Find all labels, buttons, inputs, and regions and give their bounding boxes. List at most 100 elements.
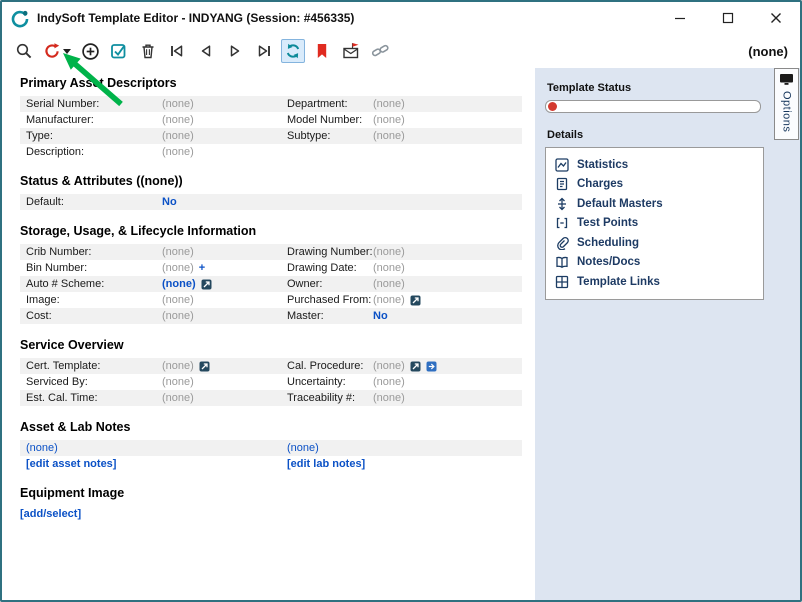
section-storage-lifecycle: Storage, Usage, & Lifecycle Information … [20,224,535,324]
details-item-label: Test Points [577,217,638,229]
field-label: Est. Cal. Time: [26,390,162,406]
field-row: Description: (none) [20,144,522,160]
last-record-button[interactable] [252,39,276,63]
details-item-statistics[interactable]: Statistics [555,155,754,175]
field-label: Cost: [26,308,162,324]
minimize-button[interactable] [656,2,704,34]
edit-lab-notes-link[interactable]: [edit lab notes] [287,456,365,472]
maximize-button[interactable] [704,2,752,34]
field-label: Master: [287,308,373,324]
next-record-button[interactable] [223,39,247,63]
details-item-charges[interactable]: Charges [555,175,754,195]
add-select-image-link[interactable]: [add/select] [20,508,81,520]
drawing-date-value: (none) [373,260,522,276]
image-value: (none) [162,292,287,308]
serviced-by-value: (none) [162,374,287,390]
auto-scheme-jump-icon[interactable] [201,279,212,290]
cert-template-jump-icon[interactable] [199,361,210,372]
asset-notes-value: (none) [26,440,58,456]
field-row: Crib Number: (none) Drawing Number: (non… [20,244,522,260]
description-value: (none) [162,144,522,160]
est-cal-time-value: (none) [162,390,287,406]
purchased-from-value: (none) [373,292,405,308]
cal-procedure-value: (none) [373,358,405,374]
field-row: Manufacturer: (none) Model Number: (none… [20,112,522,128]
field-label: Type: [26,128,162,144]
delete-button[interactable] [136,39,160,63]
bin-number-value: (none) [162,260,194,276]
refresh-button[interactable] [281,39,305,63]
revert-button[interactable] [41,39,73,63]
field-row: Bin Number: (none) + Drawing Date: (none… [20,260,522,276]
revert-dropdown-icon[interactable] [63,49,71,54]
purchased-from-jump-icon[interactable] [410,295,421,306]
field-row: Default: No [20,194,522,210]
subtype-value: (none) [373,128,522,144]
drawing-number-value: (none) [373,244,522,260]
field-label: Uncertainty: [287,374,373,390]
template-status-bar [545,100,761,113]
titlebar: IndySoft Template Editor - INDYANG (Sess… [2,2,800,34]
field-row: Auto # Scheme: (none) Owner: (none) [20,276,522,292]
search-button[interactable] [12,39,36,63]
master-toggle-link[interactable]: No [373,308,388,324]
section-title: Status & Attributes ((none)) [20,174,535,188]
details-item-test-points[interactable]: Test Points [555,214,754,234]
section-title: Primary Asset Descriptors [20,76,535,90]
serial-number-value: (none) [162,96,287,112]
add-button[interactable] [78,39,102,63]
field-label: Manufacturer: [26,112,162,128]
add-bin-button[interactable]: + [199,260,205,276]
model-number-value: (none) [373,112,522,128]
bookmark-button[interactable] [310,39,334,63]
template-links-icon [555,275,569,289]
field-label: Owner: [287,276,373,292]
cal-procedure-open-icon[interactable] [426,361,437,372]
field-label: Serial Number: [26,96,162,112]
details-item-scheduling[interactable]: Scheduling [555,233,754,253]
field-label: Serviced By: [26,374,162,390]
auto-scheme-link[interactable]: (none) [162,276,196,292]
options-tab-label: Options [781,91,793,132]
default-toggle-link[interactable]: No [162,194,177,210]
section-primary-asset-descriptors: Primary Asset Descriptors Serial Number:… [20,76,535,160]
details-item-notes-docs[interactable]: Notes/Docs [555,253,754,273]
field-row: Image: (none) Purchased From: (none) [20,292,522,308]
link-button[interactable] [368,39,392,63]
section-asset-lab-notes: Asset & Lab Notes (none) (none) [edit as… [20,420,535,472]
options-icon [779,73,794,86]
cal-procedure-jump-icon[interactable] [410,361,421,372]
field-label: Image: [26,292,162,308]
details-item-template-links[interactable]: Template Links [555,272,754,292]
window-title: IndySoft Template Editor - INDYANG (Sess… [37,11,354,25]
field-label: Purchased From: [287,292,373,308]
options-tab[interactable]: Options [774,68,799,140]
close-button[interactable] [752,2,800,34]
details-item-label: Statistics [577,159,628,171]
previous-record-button[interactable] [194,39,218,63]
details-item-label: Default Masters [577,198,663,210]
field-label: Description: [26,144,162,160]
toolbar: (none) [2,34,800,68]
details-item-label: Scheduling [577,237,639,249]
field-row: Serviced By: (none) Uncertainty: (none) [20,374,522,390]
email-button[interactable] [339,39,363,63]
cert-template-value: (none) [162,358,194,374]
statistics-icon [555,158,569,172]
field-row: Cost: (none) Master: No [20,308,522,324]
side-panel: Template Status Details Statistics Charg… [535,68,800,600]
details-item-default-masters[interactable]: Default Masters [555,194,754,214]
field-row: (none) (none) [20,440,522,456]
crib-number-value: (none) [162,244,287,260]
edit-asset-notes-link[interactable]: [edit asset notes] [26,456,116,472]
window-controls [656,2,800,34]
section-status-attributes: Status & Attributes ((none)) Default: No [20,174,535,210]
field-row: Cert. Template: (none) Cal. Procedure: (… [20,358,522,374]
first-record-button[interactable] [165,39,189,63]
edit-button[interactable] [107,39,131,63]
field-label: Drawing Number: [287,244,373,260]
section-equipment-image: Equipment Image [add/select] [20,486,535,520]
field-label: Cal. Procedure: [287,358,373,374]
template-status-label: Template Status [547,82,764,94]
lab-notes-value: (none) [287,440,319,456]
